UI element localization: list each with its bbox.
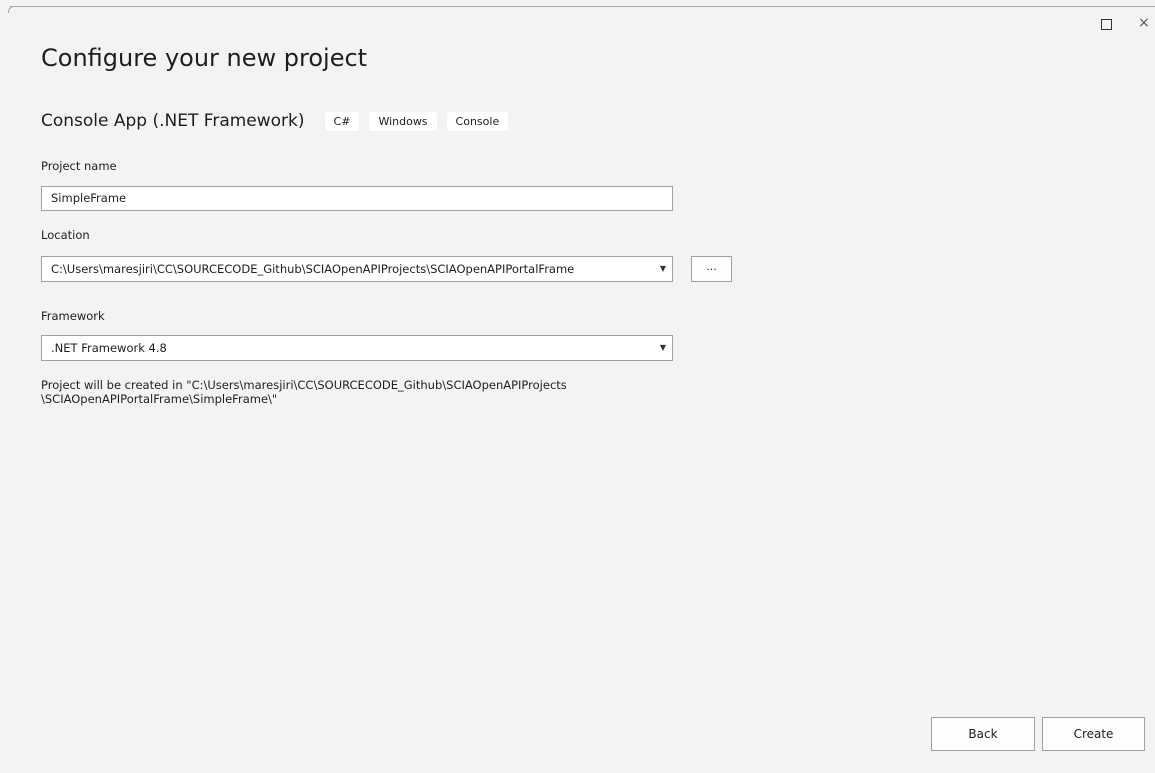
window-top-border <box>10 6 1155 7</box>
browse-location-button[interactable]: ... <box>691 256 732 282</box>
tag-project-type: Console <box>446 111 509 131</box>
framework-value: .NET Framework 4.8 <box>51 341 167 355</box>
project-name-input[interactable]: SimpleFrame <box>41 186 673 211</box>
close-icon: × <box>1138 15 1150 31</box>
framework-combobox[interactable]: .NET Framework 4.8 ▼ <box>41 335 673 361</box>
configure-project-dialog: × Configure your new project Console App… <box>0 0 1155 773</box>
template-name: Console App (.NET Framework) <box>41 111 305 131</box>
framework-label: Framework <box>41 309 105 323</box>
window-corner <box>8 6 15 13</box>
maximize-button[interactable] <box>1096 14 1116 34</box>
project-path-line-1: Project will be created in "C:\Users\mar… <box>41 378 567 392</box>
location-label: Location <box>41 228 90 242</box>
project-path-info: Project will be created in "C:\Users\mar… <box>41 378 741 406</box>
page-title: Configure your new project <box>41 44 368 72</box>
location-dropdown-arrow-icon[interactable]: ▼ <box>658 257 668 281</box>
template-header: Console App (.NET Framework) C# Windows … <box>41 106 518 136</box>
create-button[interactable]: Create <box>1042 717 1145 751</box>
maximize-icon <box>1100 18 1112 30</box>
location-value: C:\Users\maresjiri\CC\SOURCECODE_Github\… <box>51 262 575 276</box>
back-button[interactable]: Back <box>931 717 1035 751</box>
framework-dropdown-arrow-icon[interactable]: ▼ <box>658 336 668 360</box>
location-combobox[interactable]: C:\Users\maresjiri\CC\SOURCECODE_Github\… <box>41 256 673 282</box>
project-name-label: Project name <box>41 159 117 173</box>
tag-language: C# <box>324 111 360 131</box>
project-path-line-2: \SCIAOpenAPIPortalFrame\SimpleFrame\" <box>41 392 278 406</box>
tag-platform: Windows <box>369 111 437 131</box>
close-button[interactable]: × <box>1138 12 1155 34</box>
